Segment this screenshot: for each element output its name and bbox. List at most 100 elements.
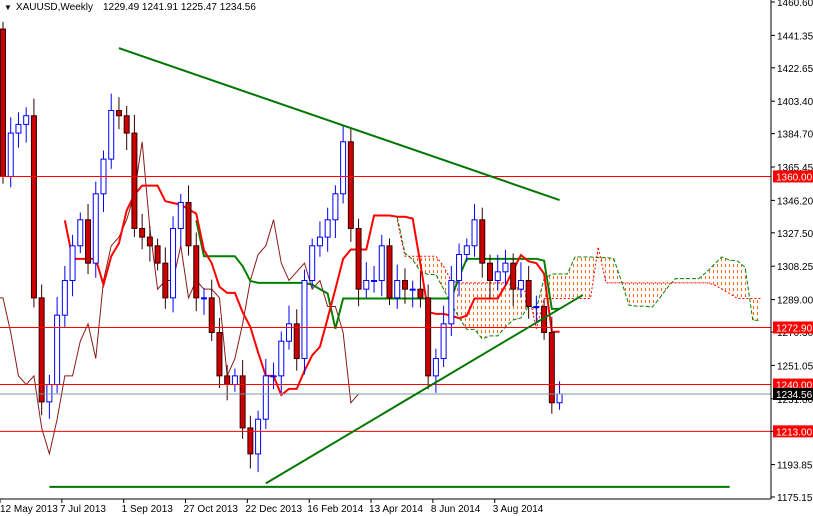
bull-candle bbox=[378, 234, 385, 297]
bull-candle bbox=[316, 221, 323, 257]
candle-body bbox=[533, 306, 540, 309]
bear-candle bbox=[293, 309, 300, 371]
symbol-label: XAUUSD,Weekly bbox=[15, 2, 93, 13]
candle-body bbox=[15, 123, 22, 134]
candle-body bbox=[394, 279, 401, 299]
candle-body bbox=[479, 219, 486, 264]
chart-header: ▼ XAUUSD,Weekly 1229.49 1241.91 1225.47 … bbox=[4, 2, 256, 13]
bull-candle bbox=[340, 124, 347, 204]
price-tick-label: 1308.25 bbox=[777, 262, 813, 273]
bear-candle bbox=[0, 21, 6, 184]
bull-candle bbox=[270, 362, 277, 390]
bear-candle bbox=[525, 265, 532, 319]
bull-candle bbox=[77, 212, 84, 254]
candle-body bbox=[324, 219, 331, 238]
bear-candle bbox=[193, 232, 200, 312]
candle-body bbox=[332, 193, 339, 221]
bull-candle bbox=[363, 262, 370, 298]
candle-body bbox=[548, 332, 555, 404]
bear-candle bbox=[123, 106, 130, 151]
bear-candle bbox=[115, 97, 122, 130]
bull-candle bbox=[332, 185, 339, 239]
candle-body bbox=[30, 115, 37, 299]
bear-candle bbox=[239, 360, 246, 439]
candle-body bbox=[185, 201, 192, 247]
candle-body bbox=[378, 245, 385, 281]
bull-candle bbox=[278, 331, 285, 393]
bull-candle bbox=[371, 265, 378, 293]
candle-body bbox=[123, 115, 130, 134]
candle-body bbox=[115, 110, 122, 117]
current-price-tag: 1234.56 bbox=[776, 390, 813, 401]
candle-body bbox=[525, 279, 532, 308]
price-tick-label: 1422.65 bbox=[777, 64, 813, 75]
time-axis[interactable]: 12 May 2013 7 Jul 2013 1 Sep 2013 27 Oct 20… bbox=[0, 499, 544, 515]
bear-candle bbox=[162, 247, 169, 309]
level-tag: 1272.90 bbox=[776, 323, 813, 334]
candle-body bbox=[448, 279, 455, 325]
bear-candle bbox=[38, 284, 45, 416]
bull-candle bbox=[100, 150, 107, 212]
bear-candle bbox=[347, 128, 354, 242]
trendline[interactable] bbox=[265, 294, 584, 485]
bull-candle bbox=[170, 216, 177, 313]
candle-body bbox=[92, 193, 99, 264]
time-tick-label: 7 Jul 2013 bbox=[60, 504, 107, 515]
trendline[interactable] bbox=[118, 47, 560, 201]
bear-candle bbox=[216, 317, 223, 389]
candle-body bbox=[494, 271, 501, 281]
price-tick-label: 1403.40 bbox=[777, 97, 813, 108]
bear-candle bbox=[224, 364, 231, 401]
candle-body bbox=[371, 279, 378, 282]
bull-candle bbox=[46, 374, 53, 419]
candle-body bbox=[108, 110, 115, 160]
candle-body bbox=[270, 375, 277, 378]
bull-candle bbox=[556, 381, 563, 410]
price-tick-label: 1251.05 bbox=[777, 361, 813, 372]
level-tag: 1360.00 bbox=[776, 172, 813, 183]
candle-body bbox=[46, 384, 53, 403]
time-tick-label: 1 Sep 2013 bbox=[122, 504, 174, 515]
bear-candle bbox=[139, 213, 146, 250]
time-tick-label: 22 Dec 2013 bbox=[245, 504, 302, 515]
bull-candle bbox=[301, 269, 308, 375]
bear-candle bbox=[386, 238, 393, 306]
candle-body bbox=[23, 115, 30, 125]
price-tick-label: 1384.70 bbox=[777, 130, 813, 141]
candle-body bbox=[278, 340, 285, 377]
price-tick-label: 1460.60 bbox=[777, 0, 813, 9]
time-tick-label: 12 May 2013 bbox=[0, 504, 58, 515]
candle-body bbox=[340, 141, 347, 195]
bear-candle bbox=[131, 114, 138, 237]
candle-body bbox=[162, 262, 169, 299]
bear-candle bbox=[30, 98, 37, 308]
candle-body bbox=[556, 393, 563, 404]
bull-candle bbox=[92, 181, 99, 278]
candle-body bbox=[54, 314, 61, 386]
bull-candle bbox=[108, 93, 115, 169]
candle-body bbox=[77, 219, 84, 247]
price-tick-label: 1327.50 bbox=[777, 229, 813, 240]
candle-body bbox=[456, 253, 463, 281]
bull-candle bbox=[255, 410, 262, 473]
candles bbox=[0, 21, 563, 473]
dropdown-arrow-icon[interactable]: ▼ bbox=[4, 3, 12, 12]
candle-body bbox=[154, 245, 161, 264]
bear-candle bbox=[85, 204, 92, 275]
candle-body bbox=[69, 245, 76, 281]
bull-candle bbox=[15, 112, 22, 148]
candle-body bbox=[401, 279, 408, 290]
price-chart[interactable]: 1460.601441.351422.651403.401384.701365.… bbox=[0, 0, 813, 516]
price-tick-label: 1346.20 bbox=[777, 196, 813, 207]
time-tick-label: 3 Aug 2014 bbox=[493, 504, 544, 515]
indicator-lines bbox=[0, 141, 560, 456]
bear-candle bbox=[425, 284, 432, 390]
candle-body bbox=[486, 262, 493, 281]
candle-body bbox=[471, 219, 478, 247]
bull-candle bbox=[69, 234, 76, 297]
ohlc-readout: 1229.49 1241.91 1225.47 1234.56 bbox=[102, 2, 256, 13]
candle-body bbox=[355, 227, 362, 290]
candle-body bbox=[463, 245, 470, 255]
candle-body bbox=[0, 28, 6, 177]
candle-body bbox=[347, 141, 354, 229]
